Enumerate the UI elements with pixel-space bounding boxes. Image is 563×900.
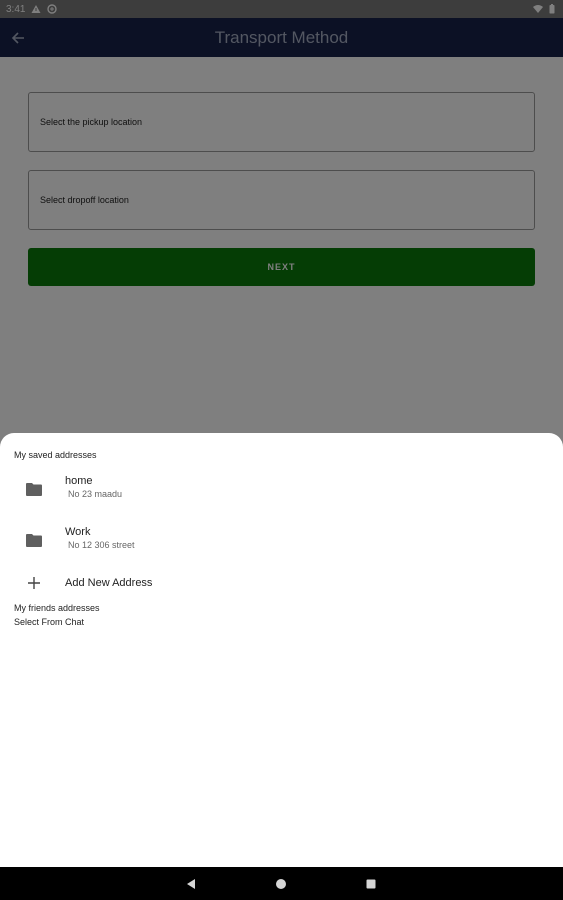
nav-home-button[interactable] <box>273 876 289 892</box>
friends-addresses-title: My friends addresses <box>14 603 100 613</box>
add-new-address-label: Add New Address <box>65 577 153 589</box>
address-detail: No 23 maadu <box>68 489 123 499</box>
address-item-home[interactable]: home No 23 maadu <box>0 471 563 513</box>
add-new-address-button[interactable]: Add New Address <box>0 571 563 599</box>
nav-recents-button[interactable] <box>363 876 379 892</box>
select-from-chat-link[interactable]: Select From Chat <box>14 617 84 627</box>
nav-back-button[interactable] <box>183 876 199 892</box>
recents-square-icon <box>366 879 376 889</box>
address-bottom-sheet: My saved addresses home No 23 maadu Work… <box>0 433 563 867</box>
address-name: Work <box>65 526 91 538</box>
address-item-work[interactable]: Work No 12 306 street <box>0 522 563 564</box>
address-detail: No 12 306 street <box>68 540 135 550</box>
folder-icon <box>26 534 42 547</box>
address-name: home <box>65 475 93 487</box>
system-nav-bar <box>0 867 563 900</box>
home-circle-icon <box>276 879 286 889</box>
back-triangle-icon <box>187 879 195 889</box>
folder-icon <box>26 483 42 496</box>
plus-icon <box>28 577 40 589</box>
saved-addresses-title: My saved addresses <box>14 450 97 460</box>
